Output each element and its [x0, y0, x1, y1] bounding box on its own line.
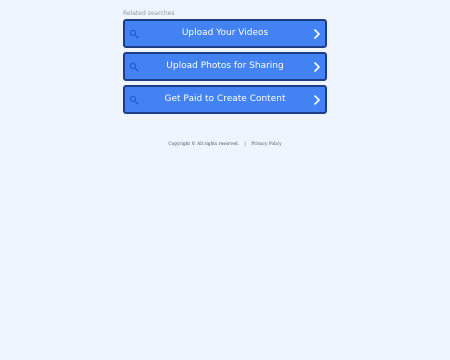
privacy-policy-link[interactable]: Privacy Policy: [251, 142, 281, 147]
related-search-list: Upload Your Videos Upload Photos for Sha…: [123, 19, 327, 114]
related-search-label: Upload Your Videos: [181, 28, 269, 38]
footer: Copyright © All rights reserved. | Priva…: [0, 142, 450, 148]
related-searches-title: Related searches: [123, 10, 175, 17]
chevron-right-icon: [314, 62, 320, 72]
related-search-get-paid-to-create-content[interactable]: Get Paid to Create Content: [123, 85, 327, 114]
related-search-label: Upload Photos for Sharing: [166, 61, 284, 71]
related-search-upload-your-videos[interactable]: Upload Your Videos: [123, 19, 327, 48]
footer-separator: |: [244, 142, 246, 147]
chevron-right-icon: [314, 95, 320, 105]
chevron-right-icon: [314, 29, 320, 39]
page: Related searches Upload Your Videos Uplo…: [0, 0, 450, 360]
related-searches: Related searches Upload Your Videos Uplo…: [123, 9, 327, 118]
related-search-label: Get Paid to Create Content: [164, 94, 286, 104]
copyright-text: Copyright © All rights reserved.: [168, 142, 240, 147]
related-search-upload-photos-for-sharing[interactable]: Upload Photos for Sharing: [123, 52, 327, 81]
